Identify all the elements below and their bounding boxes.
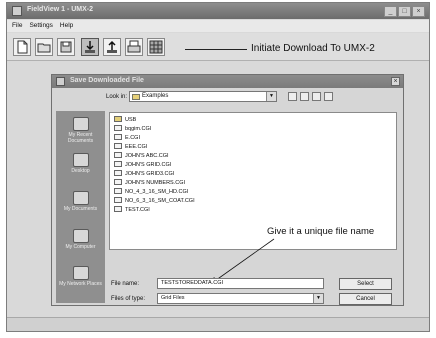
file-icon — [114, 170, 122, 176]
dialog-title: Save Downloaded File — [70, 77, 144, 84]
download-button[interactable] — [81, 38, 99, 56]
file-icon — [114, 197, 122, 203]
maximize-button[interactable]: □ — [398, 6, 411, 17]
window-title: FieldView 1 - UMX-2 — [27, 6, 93, 13]
list-item[interactable]: bqgim.CGI — [114, 125, 151, 133]
folder-icon — [132, 94, 140, 100]
callout-line — [185, 49, 247, 50]
open-button[interactable] — [35, 38, 53, 56]
file-name-input[interactable]: TESTSTOREDDATA.CGI — [157, 278, 324, 289]
computer-icon — [72, 229, 89, 243]
network-icon — [72, 266, 89, 280]
file-icon — [114, 161, 122, 167]
grid-icon — [149, 40, 163, 54]
list-item[interactable]: EEE.CGI — [114, 143, 147, 151]
open-icon — [37, 43, 51, 53]
file-icon — [114, 206, 122, 212]
save-dialog: Save Downloaded File × Look in: Examples… — [51, 74, 404, 306]
menu-file[interactable]: File — [12, 22, 22, 29]
documents-icon — [72, 191, 89, 205]
list-item[interactable]: JOHN'S NUMBERS.CGI — [114, 179, 185, 187]
status-bar — [7, 317, 429, 331]
chevron-down-icon[interactable]: ▼ — [313, 294, 323, 303]
print-icon — [127, 40, 141, 53]
list-item[interactable]: NO_6_3_16_SM_COAT.CGI — [114, 197, 195, 205]
grid-button[interactable] — [147, 38, 165, 56]
save-button[interactable] — [57, 38, 75, 56]
file-icon — [114, 134, 122, 140]
look-in-value: Examples — [142, 93, 169, 99]
new-folder-icon[interactable] — [312, 92, 321, 101]
minimize-button[interactable]: _ — [384, 6, 397, 17]
folder-icon — [114, 116, 122, 122]
list-item[interactable]: E.CGI — [114, 134, 140, 142]
file-type-label: Files of type: — [111, 296, 146, 302]
look-in-select[interactable]: Examples ▼ — [129, 91, 277, 102]
menu-settings[interactable]: Settings — [29, 22, 53, 29]
save-icon — [60, 41, 72, 53]
list-item[interactable]: JOHN'S ABC.CGI — [114, 152, 169, 160]
app-icon — [12, 6, 22, 16]
file-icon — [114, 152, 122, 158]
recent-documents-icon — [72, 117, 89, 131]
dialog-title-bar: Save Downloaded File × — [52, 75, 403, 88]
title-bar: FieldView 1 - UMX-2 _ □ × — [7, 3, 429, 19]
file-icon — [114, 188, 122, 194]
upload-button[interactable] — [103, 38, 121, 56]
place-network[interactable]: My Network Places — [56, 264, 105, 298]
list-item[interactable]: JOHN'S GRID3.CGI — [114, 170, 174, 178]
chevron-down-icon[interactable]: ▼ — [266, 92, 276, 101]
desktop-icon — [72, 153, 89, 167]
filename-annotation: Give it a unique file name — [267, 226, 375, 237]
new-doc-button[interactable] — [13, 38, 31, 56]
download-callout: Initiate Download To UMX-2 — [251, 43, 375, 54]
print-button[interactable] — [125, 38, 143, 56]
menu-bar: File Settings Help — [7, 20, 429, 32]
list-item[interactable]: JOHN'S GRID.CGI — [114, 161, 171, 169]
file-type-select[interactable]: Grid Files ▼ — [157, 293, 324, 304]
close-button[interactable]: × — [412, 6, 425, 17]
list-item[interactable]: USB — [114, 116, 136, 124]
app-window: FieldView 1 - UMX-2 _ □ × File Settings … — [6, 2, 430, 332]
up-folder-icon[interactable] — [300, 92, 309, 101]
file-name-label: File name: — [111, 281, 140, 287]
places-bar: My Recent Documents Desktop My Documents… — [56, 111, 105, 303]
upload-icon — [107, 40, 117, 53]
back-icon[interactable] — [288, 92, 297, 101]
download-icon — [85, 41, 95, 53]
place-desktop[interactable]: Desktop — [56, 151, 105, 185]
menu-help[interactable]: Help — [60, 22, 73, 29]
list-item[interactable]: NO_4_3_16_SM_HD.CGI — [114, 188, 188, 196]
file-type-value: Grid Files — [161, 295, 185, 301]
place-my-documents[interactable]: My Documents — [56, 189, 105, 223]
place-my-computer[interactable]: My Computer — [56, 227, 105, 261]
new-doc-icon — [17, 40, 28, 54]
dialog-icon — [56, 77, 65, 86]
select-button[interactable]: Select — [339, 278, 392, 290]
file-icon — [114, 125, 122, 131]
view-menu-icon[interactable] — [324, 92, 333, 101]
dialog-close-button[interactable]: × — [391, 77, 400, 86]
file-icon — [114, 143, 122, 149]
look-in-label: Look in: — [106, 94, 128, 100]
place-recent[interactable]: My Recent Documents — [56, 115, 105, 149]
file-icon — [114, 179, 122, 185]
list-item[interactable]: TEST.CGI — [114, 206, 150, 214]
cancel-button[interactable]: Cancel — [339, 293, 392, 305]
